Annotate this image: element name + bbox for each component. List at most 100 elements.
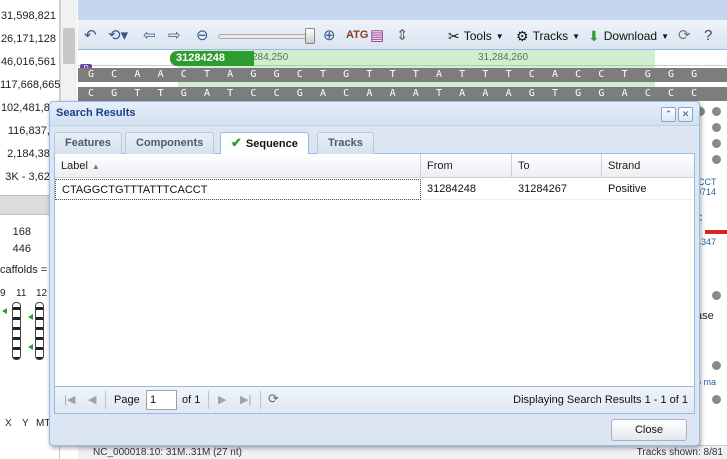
- next-page-icon[interactable]: ▶: [218, 393, 226, 406]
- nucleotide-base[interactable]: A: [411, 88, 421, 99]
- nucleotide-base[interactable]: A: [480, 88, 490, 99]
- nucleotide-base[interactable]: A: [434, 69, 444, 80]
- nucleotide-base[interactable]: A: [202, 88, 212, 99]
- nucleotide-base[interactable]: G: [248, 69, 258, 80]
- nucleotide-base[interactable]: A: [132, 69, 142, 80]
- nucleotide-base[interactable]: T: [225, 88, 235, 99]
- cell-from[interactable]: 31284248: [421, 179, 512, 200]
- nucleotide-base[interactable]: C: [295, 69, 305, 80]
- gear-icon[interactable]: [712, 107, 721, 116]
- nucleotide-base[interactable]: C: [109, 69, 119, 80]
- chromosome-ideogram[interactable]: [35, 302, 44, 360]
- download-menu-button[interactable]: ⬇ Download ▼: [588, 27, 669, 45]
- feature-bar[interactable]: [705, 230, 727, 234]
- close-icon[interactable]: ✕: [678, 107, 693, 122]
- nucleotide-base[interactable]: T: [388, 69, 398, 80]
- list-item[interactable]: 46,016,561: [0, 51, 60, 74]
- nucleotide-base[interactable]: G: [527, 88, 537, 99]
- translation-icon[interactable]: ATG: [346, 26, 368, 44]
- nucleotide-base[interactable]: G: [689, 69, 699, 80]
- nucleotide-base[interactable]: G: [573, 88, 583, 99]
- nucleotide-base[interactable]: G: [272, 69, 282, 80]
- zoom-slider[interactable]: [218, 34, 313, 39]
- table-row[interactable]: CTAGGCTGTTTATTTCACCT 31284248 31284267 P…: [55, 179, 694, 200]
- nucleotide-base[interactable]: C: [666, 88, 676, 99]
- prev-page-icon[interactable]: ◀: [88, 393, 96, 406]
- nucleotide-base[interactable]: C: [643, 88, 653, 99]
- nucleotide-base[interactable]: T: [202, 69, 212, 80]
- tab-features[interactable]: Features: [54, 132, 122, 154]
- nucleotide-base[interactable]: T: [550, 88, 560, 99]
- dialog-header[interactable]: Search Results ⌃ ✕: [50, 102, 699, 126]
- refresh-icon[interactable]: ⟳: [268, 391, 279, 407]
- gear-icon[interactable]: [712, 361, 721, 370]
- refresh-icon[interactable]: ⟳: [678, 26, 691, 44]
- nucleotide-base[interactable]: A: [318, 88, 328, 99]
- cell-strand[interactable]: Positive: [602, 179, 694, 200]
- nucleotide-base[interactable]: C: [527, 69, 537, 80]
- nucleotide-base[interactable]: G: [596, 88, 606, 99]
- chromosome-ideogram[interactable]: [12, 302, 21, 360]
- tab-components[interactable]: Components: [125, 132, 215, 154]
- column-header-from[interactable]: From: [421, 154, 512, 178]
- cell-to[interactable]: 31284267: [512, 179, 602, 200]
- nucleotide-base[interactable]: C: [248, 88, 258, 99]
- nucleotide-base[interactable]: G: [86, 69, 96, 80]
- nucleotide-base[interactable]: G: [295, 88, 305, 99]
- nucleotide-base[interactable]: T: [318, 69, 328, 80]
- close-button[interactable]: Close: [611, 419, 687, 441]
- zoom-in-icon[interactable]: ⊕: [323, 26, 336, 44]
- zoom-slider-handle[interactable]: [305, 28, 315, 44]
- nucleotide-base[interactable]: A: [364, 88, 374, 99]
- nucleotide-base[interactable]: T: [132, 88, 142, 99]
- tools-menu-button[interactable]: ✂ Tools ▼: [448, 27, 504, 45]
- zoom-out-icon[interactable]: ⊖: [196, 26, 209, 44]
- nucleotide-base[interactable]: A: [156, 69, 166, 80]
- nucleotide-base[interactable]: G: [341, 69, 351, 80]
- gear-icon[interactable]: [712, 155, 721, 164]
- nucleotide-base[interactable]: C: [573, 69, 583, 80]
- nucleotide-base[interactable]: A: [550, 69, 560, 80]
- nucleotide-base[interactable]: C: [86, 88, 96, 99]
- undo-icon[interactable]: ↶: [84, 26, 97, 44]
- list-item[interactable]: 117,668,665: [0, 74, 60, 97]
- nucleotide-base[interactable]: A: [504, 88, 514, 99]
- collapse-icon[interactable]: ⌃: [661, 107, 676, 122]
- list-item[interactable]: 26,171,128: [0, 28, 60, 51]
- tracks-menu-button[interactable]: ⚙ Tracks ▼: [516, 27, 580, 45]
- nucleotide-base[interactable]: A: [225, 69, 235, 80]
- gear-icon[interactable]: [712, 291, 721, 300]
- last-page-icon[interactable]: ▶|: [240, 393, 251, 406]
- gear-icon[interactable]: [712, 395, 721, 404]
- nucleotide-base[interactable]: C: [689, 88, 699, 99]
- sequence-forward-strand[interactable]: GCAACTAGGCTGTTTATTTCACCTGGG: [78, 68, 727, 82]
- gear-icon[interactable]: [712, 123, 721, 132]
- nucleotide-base[interactable]: T: [434, 88, 444, 99]
- nucleotide-base[interactable]: C: [179, 69, 189, 80]
- sequence-reverse-strand[interactable]: CGTTGATCCGACAAATAAAGTGGACCC: [78, 87, 727, 101]
- nucleotide-base[interactable]: G: [643, 69, 653, 80]
- nucleotide-base[interactable]: G: [666, 69, 676, 80]
- nucleotide-base[interactable]: T: [504, 69, 514, 80]
- nucleotide-base[interactable]: C: [596, 69, 606, 80]
- list-item[interactable]: 31,598,821: [0, 5, 60, 28]
- cell-label[interactable]: CTAGGCTGTTTATTTCACCT: [55, 179, 421, 200]
- nucleotide-base[interactable]: C: [272, 88, 282, 99]
- pan-right-icon[interactable]: ⇨: [168, 26, 181, 44]
- column-header-label[interactable]: Label ▲: [55, 154, 421, 178]
- nucleotide-base[interactable]: C: [341, 88, 351, 99]
- page-number-input[interactable]: [146, 390, 177, 410]
- track-colors-icon[interactable]: ▤: [370, 26, 384, 44]
- nucleotide-base[interactable]: T: [411, 69, 421, 80]
- pan-left-icon[interactable]: ⇦: [143, 26, 156, 44]
- scroll-thumb[interactable]: [63, 28, 75, 64]
- gear-icon[interactable]: [712, 139, 721, 148]
- nucleotide-base[interactable]: A: [620, 88, 630, 99]
- reset-view-icon[interactable]: ⟲▾: [108, 26, 128, 44]
- nucleotide-base[interactable]: T: [364, 69, 374, 80]
- tab-tracks[interactable]: Tracks: [317, 132, 374, 154]
- column-header-to[interactable]: To: [512, 154, 602, 178]
- nucleotide-base[interactable]: G: [179, 88, 189, 99]
- nucleotide-base[interactable]: T: [156, 88, 166, 99]
- nucleotide-base[interactable]: T: [620, 69, 630, 80]
